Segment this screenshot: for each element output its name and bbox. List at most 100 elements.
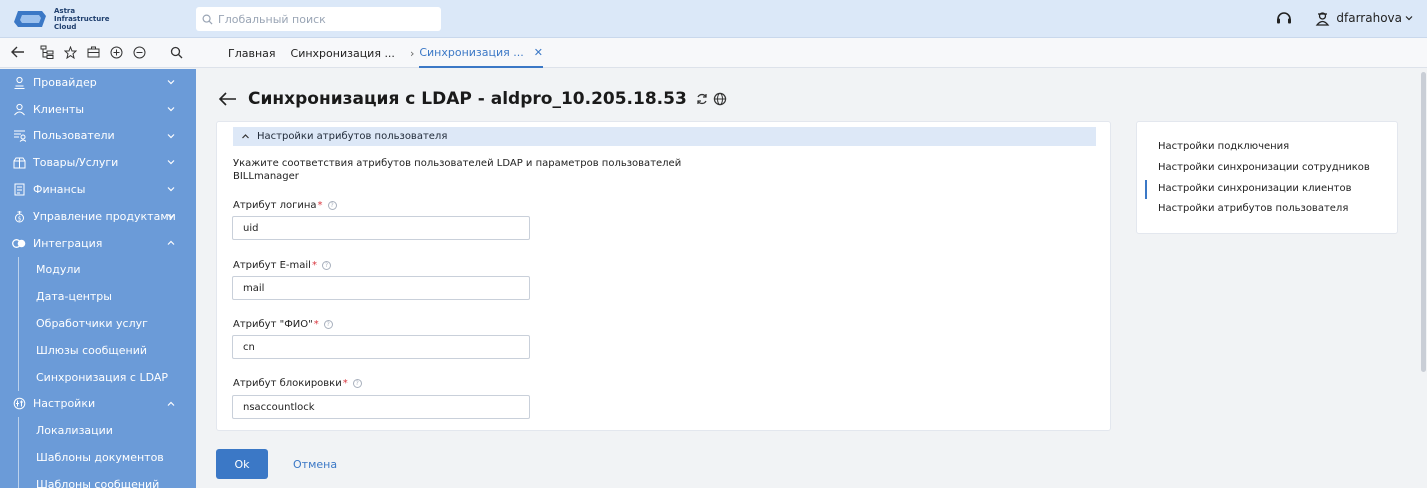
globe-icon[interactable]: [713, 92, 727, 106]
svg-text:$: $: [17, 215, 21, 222]
help-icon[interactable]: ?: [352, 379, 362, 388]
chevron-down-icon: [167, 80, 175, 85]
sidebar-subitem-ldap-sync[interactable]: Синхронизация с LDAP: [0, 363, 196, 391]
page-header: Синхронизация с LDAP - aldpro_10.205.18.…: [218, 89, 727, 109]
star-icon[interactable]: [62, 44, 78, 60]
help-icon[interactable]: ?: [321, 261, 331, 270]
sidebar-item-products[interactable]: Товары/Услуги: [0, 149, 196, 176]
tab-bar: Главная Синхронизация ... › Синхронизаци…: [228, 38, 558, 68]
sidebar-item-label: Клиенты: [33, 102, 85, 116]
logo-text: Astra Infrastructure Cloud: [54, 7, 110, 31]
sidebar-item-provider[interactable]: Провайдер: [0, 69, 196, 96]
sidebar-subitem-label: Модули: [36, 263, 81, 277]
field-label-text: Атрибут логина: [233, 200, 317, 211]
sidebar-subitem-message-gateways[interactable]: Шлюзы сообщений: [0, 336, 196, 364]
nav-link-user-attributes[interactable]: Настройки атрибутов пользователя: [1158, 203, 1348, 214]
sidebar-item-label: Финансы: [33, 183, 86, 197]
active-section-marker: [1145, 180, 1147, 199]
provider-icon: [12, 75, 26, 89]
description-line: Укажите соответствия атрибутов пользоват…: [233, 158, 682, 169]
breadcrumb-separator-icon: ›: [409, 46, 415, 60]
field-label-text: Атрибут блокировки: [233, 378, 342, 389]
sidebar-item-label: Провайдер: [33, 75, 97, 89]
tab-label: Синхронизация ...: [419, 45, 524, 59]
support-headset-icon[interactable]: [1275, 9, 1293, 27]
sidebar-subitem-modules[interactable]: Модули: [0, 256, 196, 284]
chevron-down-icon: [167, 160, 175, 165]
nav-link-connection-settings[interactable]: Настройки подключения: [1158, 141, 1289, 152]
chevron-down-icon: [167, 187, 175, 192]
global-search-input[interactable]: Глобальный поиск: [196, 7, 441, 31]
sidebar-subitem-label: Шлюзы сообщений: [36, 343, 147, 357]
finance-icon: [12, 183, 26, 197]
sidebar-subitem-label: Синхронизация с LDAP: [36, 370, 169, 384]
zoom-in-icon[interactable]: [108, 44, 124, 60]
close-icon[interactable]: ✕: [534, 46, 543, 59]
users-icon: [12, 129, 26, 143]
sidebar-subitem-document-templates[interactable]: Шаблоны документов: [0, 444, 196, 471]
briefcase-icon[interactable]: [85, 44, 101, 60]
login-attribute-input[interactable]: uid: [232, 216, 530, 240]
sidebar-subitem-message-templates[interactable]: Шаблоны сообщений: [0, 470, 196, 488]
toolbar: Главная Синхронизация ... › Синхронизаци…: [0, 38, 1427, 68]
sidebar-item-users[interactable]: Пользователи: [0, 123, 196, 150]
sidebar-subitem-label: Шаблоны документов: [36, 451, 164, 465]
fullname-attribute-input[interactable]: cn: [232, 335, 530, 359]
description-line: BILLmanager: [233, 171, 299, 182]
sidebar-item-settings[interactable]: Настройки: [0, 391, 196, 418]
sidebar-subitem-label: Обработчики услуг: [36, 317, 148, 331]
tab-ldap-sync[interactable]: Синхронизация ...: [291, 38, 395, 68]
chevron-down-icon: [167, 133, 175, 138]
tab-ldap-sync-active[interactable]: Синхронизация ... ✕: [419, 38, 543, 68]
sidebar-item-clients[interactable]: Клиенты: [0, 96, 196, 123]
back-arrow-icon[interactable]: [10, 44, 26, 60]
field-label-text: Атрибут "ФИО": [233, 319, 313, 330]
username: dfarrahova: [1336, 11, 1402, 25]
app-logo[interactable]: Astra Infrastructure Cloud: [12, 5, 122, 33]
search-icon[interactable]: [168, 44, 184, 60]
help-icon[interactable]: ?: [327, 201, 337, 210]
top-header: Astra Infrastructure Cloud Глобальный по…: [0, 0, 1427, 38]
clients-icon: [12, 102, 26, 116]
products-icon: [12, 156, 26, 170]
sidebar-item-label: Настройки: [33, 397, 96, 411]
email-attribute-input[interactable]: mail: [232, 276, 530, 300]
section-header[interactable]: Настройки атрибутов пользователя: [233, 127, 1096, 146]
sidebar-subitem-localizations[interactable]: Локализации: [0, 417, 196, 444]
required-mark: *: [317, 200, 323, 211]
nav-link-employee-sync[interactable]: Настройки синхронизации сотрудников: [1158, 162, 1370, 173]
back-arrow-icon[interactable]: [218, 89, 238, 109]
chevron-up-icon: [167, 401, 175, 406]
lock-attribute-input[interactable]: nsaccountlock: [232, 395, 530, 419]
sidebar-subitem-service-handlers[interactable]: Обработчики услуг: [0, 310, 196, 337]
chevron-down-icon: [1405, 16, 1413, 21]
tree-icon[interactable]: [39, 44, 55, 60]
page-title: Синхронизация с LDAP - aldpro_10.205.18.…: [248, 89, 687, 109]
cancel-button[interactable]: Отмена: [293, 449, 337, 479]
user-menu[interactable]: dfarrahova: [1315, 11, 1413, 26]
user-avatar-icon: [1316, 11, 1330, 26]
tab-home[interactable]: Главная: [228, 38, 276, 68]
sidebar-item-label: Товары/Услуги: [33, 156, 119, 170]
chevron-down-icon: [167, 106, 175, 112]
scrollbar-thumb[interactable]: [1421, 72, 1426, 372]
sidebar-subitem-label: Локализации: [36, 424, 113, 438]
search-placeholder: Глобальный поиск: [218, 12, 326, 26]
tab-label: Синхронизация ...: [290, 46, 395, 60]
zoom-out-icon[interactable]: [131, 44, 147, 60]
refresh-icon[interactable]: [695, 92, 709, 106]
sidebar-item-label: Интеграция: [33, 236, 103, 250]
ok-button[interactable]: Ok: [216, 449, 268, 479]
settings-icon: [12, 397, 26, 411]
sidebar-item-product-management[interactable]: $ Управление продуктами: [0, 203, 196, 230]
tab-label: Главная: [228, 46, 276, 60]
nav-link-client-sync[interactable]: Настройки синхронизации клиентов: [1158, 183, 1352, 194]
product-management-icon: $: [12, 209, 26, 223]
required-mark: *: [313, 319, 319, 330]
sidebar-item-finance[interactable]: Финансы: [0, 176, 196, 203]
help-icon[interactable]: ?: [323, 320, 333, 329]
section-description: Укажите соответствия атрибутов пользоват…: [233, 157, 703, 183]
sidebar-item-integration[interactable]: Интеграция: [0, 230, 196, 257]
required-mark: *: [342, 378, 348, 389]
sidebar-subitem-datacenters[interactable]: Дата-центры: [0, 283, 196, 310]
